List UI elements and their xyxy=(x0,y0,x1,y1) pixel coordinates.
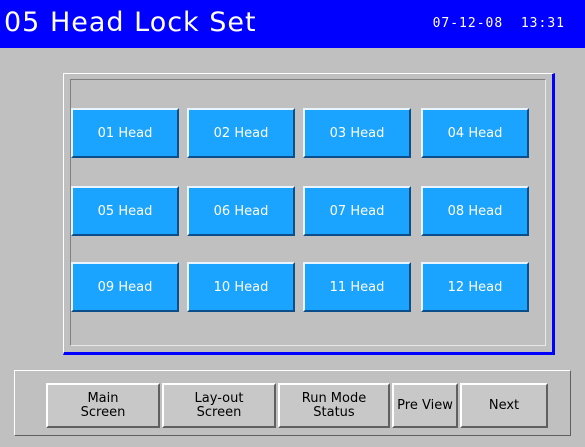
head-06-button[interactable]: 06 Head xyxy=(187,186,295,236)
main-screen-label-line2: Screen xyxy=(80,404,126,420)
head-04-label: 04 Head xyxy=(447,125,503,141)
next-button[interactable]: Next xyxy=(460,383,548,428)
head-08-label: 08 Head xyxy=(447,203,503,219)
next-label: Next xyxy=(488,397,520,413)
head-02-button[interactable]: 02 Head xyxy=(187,108,295,158)
head-03-button[interactable]: 03 Head xyxy=(303,108,411,158)
head-01-button[interactable]: 01 Head xyxy=(71,108,179,158)
pre-view-button[interactable]: Pre View xyxy=(392,383,458,428)
head-05-label: 05 Head xyxy=(97,203,153,219)
head-02-label: 02 Head xyxy=(213,125,269,141)
head-07-label: 07 Head xyxy=(329,203,385,219)
head-04-button[interactable]: 04 Head xyxy=(421,108,529,158)
head-01-label: 01 Head xyxy=(97,125,153,141)
head-11-label: 11 Head xyxy=(329,279,385,295)
time-display: 13:31 xyxy=(520,16,565,31)
head-03-label: 03 Head xyxy=(329,125,385,141)
head-06-label: 06 Head xyxy=(213,203,269,219)
layout-screen-button[interactable]: Lay-out Screen xyxy=(162,383,276,428)
run-mode-status-label-line1: Run Mode xyxy=(301,390,367,406)
head-12-button[interactable]: 12 Head xyxy=(421,262,529,312)
title-bar: 05 Head Lock Set 07-12-08 13:31 xyxy=(0,0,585,48)
head-12-label: 12 Head xyxy=(447,279,503,295)
run-mode-status-button[interactable]: Run Mode Status xyxy=(278,383,390,428)
date-display: 07-12-08 xyxy=(432,16,504,31)
head-09-label: 09 Head xyxy=(97,279,153,295)
head-07-button[interactable]: 07 Head xyxy=(303,186,411,236)
run-mode-status-label-line2: Status xyxy=(313,404,355,420)
main-screen-label-line1: Main xyxy=(87,390,119,406)
datetime-display: 07-12-08 13:31 xyxy=(433,16,565,32)
head-10-button[interactable]: 10 Head xyxy=(187,262,295,312)
main-screen-button[interactable]: Main Screen xyxy=(46,383,160,428)
hmi-screen: 05 Head Lock Set 07-12-08 13:31 01 Head … xyxy=(0,0,585,447)
head-09-button[interactable]: 09 Head xyxy=(71,262,179,312)
head-11-button[interactable]: 11 Head xyxy=(303,262,411,312)
layout-screen-label-line1: Lay-out xyxy=(194,390,244,406)
head-10-label: 10 Head xyxy=(213,279,269,295)
page-title: 05 Head Lock Set xyxy=(4,7,257,38)
head-05-button[interactable]: 05 Head xyxy=(71,186,179,236)
pre-view-label: Pre View xyxy=(397,397,453,413)
layout-screen-label-line2: Screen xyxy=(196,404,242,420)
head-08-button[interactable]: 08 Head xyxy=(421,186,529,236)
